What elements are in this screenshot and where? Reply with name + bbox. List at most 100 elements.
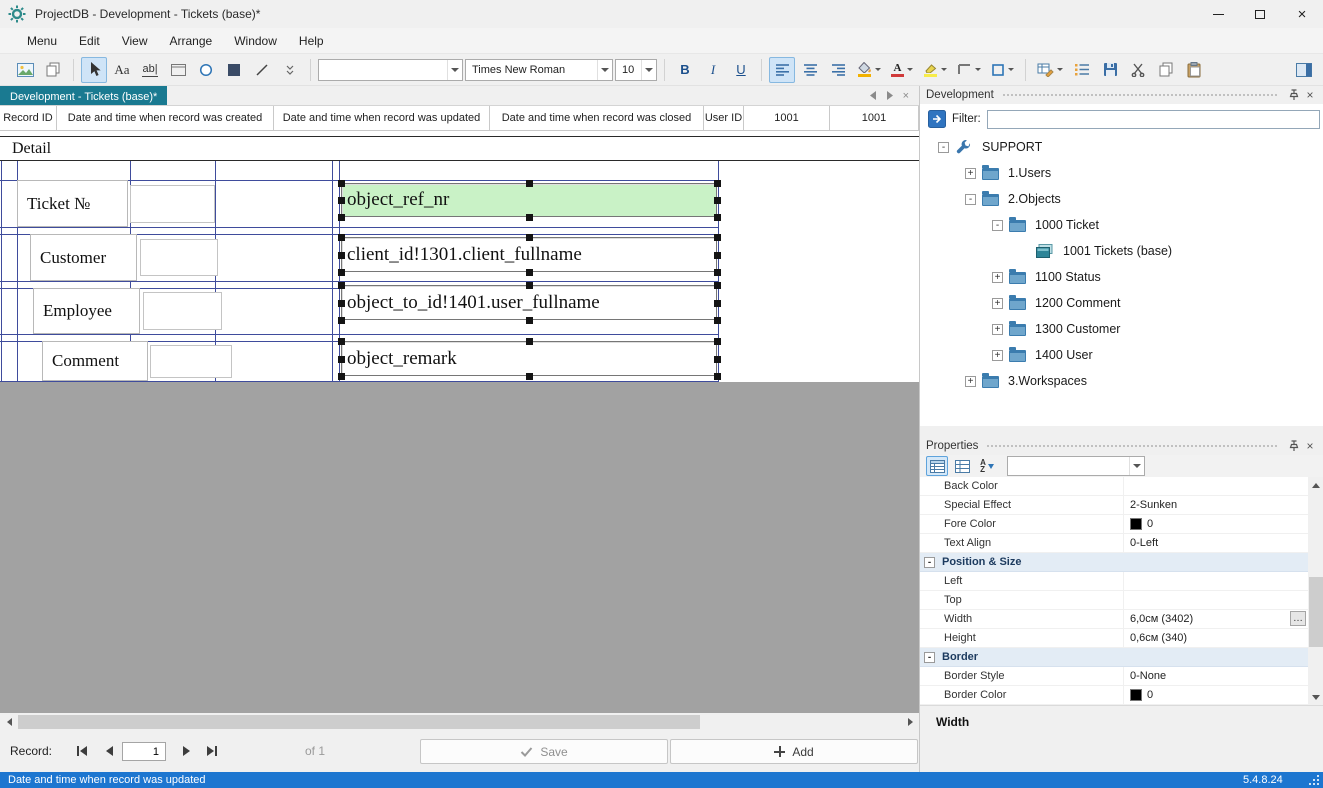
property-value[interactable] xyxy=(1124,591,1308,609)
designer-label[interactable]: Ticket № xyxy=(17,180,128,227)
scroll-left-button[interactable] xyxy=(0,713,18,731)
italic-button[interactable]: I xyxy=(700,57,726,83)
selection-handle[interactable] xyxy=(714,282,721,289)
selection-handle[interactable] xyxy=(338,214,345,221)
more-tools-button[interactable] xyxy=(277,57,303,83)
property-row[interactable]: Back Color xyxy=(920,477,1308,496)
detail-band[interactable]: Detail xyxy=(0,136,919,161)
filter-apply-button[interactable] xyxy=(928,110,946,128)
horizontal-scrollbar[interactable] xyxy=(0,713,919,731)
bold-button[interactable]: B xyxy=(672,57,698,83)
selection-handle[interactable] xyxy=(338,251,345,259)
dropdown-arrow-icon[interactable] xyxy=(1008,68,1014,71)
tree-expander[interactable]: + xyxy=(965,167,976,179)
property-row[interactable]: Text Align 0-Left xyxy=(920,534,1308,553)
selection-handle[interactable] xyxy=(714,197,721,204)
property-category[interactable]: - Position & Size xyxy=(920,553,1308,572)
property-value[interactable] xyxy=(1124,572,1308,590)
designer-column-header[interactable]: Date and time when record was created xyxy=(57,106,274,130)
previous-record-button[interactable] xyxy=(97,739,121,763)
designer-column-header[interactable]: 1001 xyxy=(744,106,830,130)
vertical-scrollbar[interactable] xyxy=(1308,477,1323,705)
property-row[interactable]: Border Color 0 xyxy=(920,686,1308,705)
pin-icon[interactable] xyxy=(1286,87,1302,103)
tree-expander[interactable]: + xyxy=(992,323,1003,335)
menu-item-menu[interactable]: Menu xyxy=(16,30,68,52)
property-row[interactable]: Width 6,0см (3402)… xyxy=(920,610,1308,629)
combo-arrow-icon[interactable] xyxy=(641,59,656,80)
font-size-combo[interactable]: 10 xyxy=(615,58,657,81)
dropdown-arrow-icon[interactable] xyxy=(907,68,913,71)
selection-handle[interactable] xyxy=(338,317,345,324)
selection-handle[interactable] xyxy=(714,269,721,276)
property-row[interactable]: Left xyxy=(920,572,1308,591)
selection-handle[interactable] xyxy=(526,373,533,380)
designer-empty-cell[interactable] xyxy=(130,185,215,223)
selection-handle[interactable] xyxy=(714,299,721,307)
underline-button[interactable]: U xyxy=(728,57,754,83)
selection-handle[interactable] xyxy=(526,282,533,289)
category-expander[interactable]: - xyxy=(924,651,935,663)
designer-label[interactable]: Comment xyxy=(42,341,148,381)
selection-handle[interactable] xyxy=(338,282,345,289)
tree-expander[interactable]: - xyxy=(965,193,976,205)
menu-item-edit[interactable]: Edit xyxy=(68,30,111,52)
tree-expander[interactable]: + xyxy=(992,349,1003,361)
last-record-button[interactable] xyxy=(200,739,224,763)
sort-az-button[interactable]: AZ xyxy=(976,456,998,476)
dropdown-arrow-icon[interactable] xyxy=(941,68,947,71)
development-panel-header[interactable]: Development × xyxy=(920,86,1323,104)
font-name-combo[interactable]: Times New Roman xyxy=(465,58,613,81)
pin-icon[interactable] xyxy=(1286,438,1302,454)
dropdown-arrow-icon[interactable] xyxy=(875,68,881,71)
properties-panel-header[interactable]: Properties × xyxy=(920,437,1323,455)
selection-handle[interactable] xyxy=(526,214,533,221)
record-number-input[interactable] xyxy=(122,742,166,761)
tab-close-button[interactable]: × xyxy=(903,90,909,102)
tree-item[interactable]: +1300 Customer xyxy=(920,316,1323,342)
tree-item[interactable]: +1200 Comment xyxy=(920,290,1323,316)
design-canvas[interactable]: Detail Ticket № Customer Employee Comment ob… xyxy=(0,131,919,713)
panel-drag-handle[interactable] xyxy=(986,443,1278,449)
property-value[interactable]: 0-Left xyxy=(1124,534,1308,552)
property-value[interactable]: 0,6см (340) xyxy=(1124,629,1308,647)
selection-handle[interactable] xyxy=(714,373,721,380)
tree-expander[interactable]: - xyxy=(992,219,1003,231)
selection-handle[interactable] xyxy=(338,269,345,276)
selection-handle[interactable] xyxy=(714,317,721,324)
scroll-right-button[interactable] xyxy=(901,713,919,731)
outline-color-button[interactable] xyxy=(987,57,1018,83)
selection-handle[interactable] xyxy=(714,234,721,241)
label-tool-button[interactable]: Aa xyxy=(109,57,135,83)
paste-button[interactable] xyxy=(1181,57,1207,83)
align-right-button[interactable] xyxy=(825,57,851,83)
add-record-button[interactable]: Add xyxy=(670,739,918,764)
style-combo[interactable] xyxy=(318,58,463,81)
selection-handle[interactable] xyxy=(338,355,345,363)
scroll-down-button[interactable] xyxy=(1308,689,1323,705)
menu-item-view[interactable]: View xyxy=(111,30,159,52)
property-category[interactable]: - Border xyxy=(920,648,1308,667)
tree-item[interactable]: 1001 Tickets (base) xyxy=(920,238,1323,264)
button-tool-button[interactable] xyxy=(221,57,247,83)
category-expander[interactable]: - xyxy=(924,556,935,568)
selection-handle[interactable] xyxy=(526,269,533,276)
selection-handle[interactable] xyxy=(338,197,345,204)
selection-handle[interactable] xyxy=(714,251,721,259)
selection-handle[interactable] xyxy=(714,180,721,187)
property-value[interactable]: 2-Sunken xyxy=(1124,496,1308,514)
designer-label[interactable]: Employee xyxy=(33,288,140,334)
tab-scroll-right-button[interactable] xyxy=(886,91,894,100)
selection-handle[interactable] xyxy=(338,180,345,187)
pages-tool-button[interactable] xyxy=(40,57,66,83)
selection-handle[interactable] xyxy=(714,338,721,345)
scroll-up-button[interactable] xyxy=(1308,477,1323,493)
border-style-button[interactable] xyxy=(953,57,985,83)
close-button[interactable]: × xyxy=(1281,0,1323,28)
tree-expander[interactable]: - xyxy=(938,141,949,153)
option-tool-button[interactable] xyxy=(193,57,219,83)
designer-field[interactable]: object_ref_nr xyxy=(341,183,717,217)
tree-expander[interactable]: + xyxy=(992,271,1003,283)
property-value[interactable]: 0-None xyxy=(1124,667,1308,685)
panel-drag-handle[interactable] xyxy=(1001,92,1278,98)
